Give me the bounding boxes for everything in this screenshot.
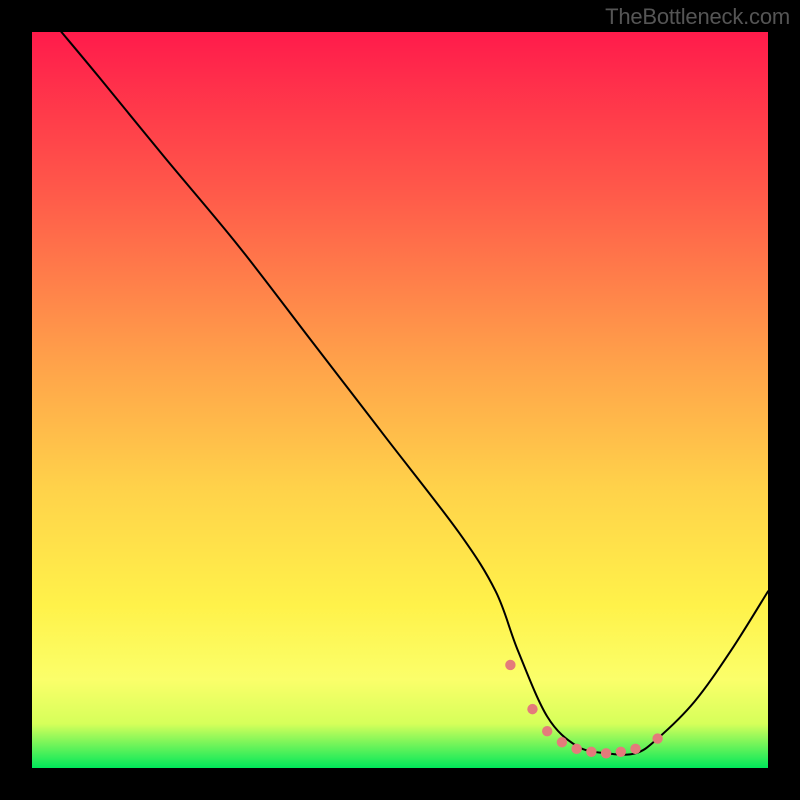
marker-dot (542, 726, 552, 736)
plot-area-gradient (32, 32, 768, 768)
marker-dot (616, 747, 626, 757)
bottleneck-chart (0, 0, 800, 800)
marker-dot (586, 747, 596, 757)
chart-frame: TheBottleneck.com (0, 0, 800, 800)
marker-dot (601, 748, 611, 758)
marker-dot (505, 660, 515, 670)
marker-dot (652, 733, 662, 743)
watermark-text: TheBottleneck.com (605, 4, 790, 30)
marker-dot (557, 737, 567, 747)
marker-dot (630, 744, 640, 754)
marker-dot (527, 704, 537, 714)
marker-dot (571, 744, 581, 754)
